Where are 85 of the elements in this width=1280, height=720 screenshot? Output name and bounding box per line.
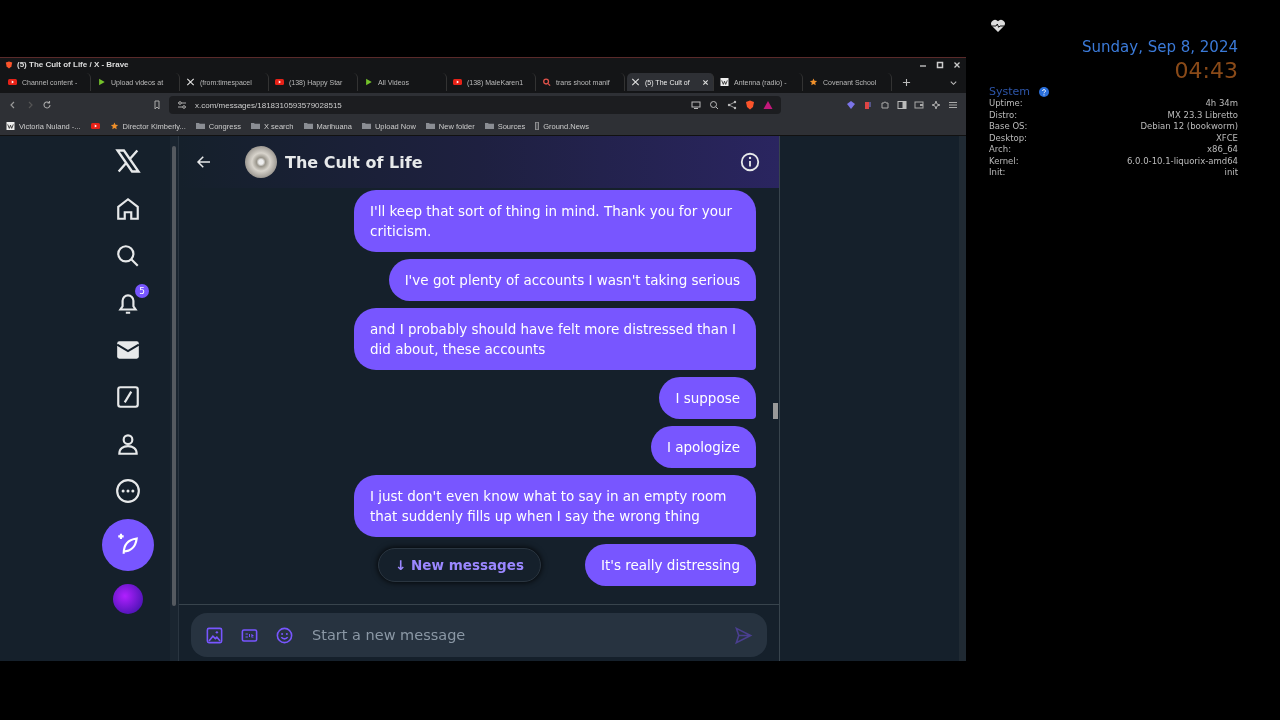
maximize-icon[interactable] (936, 60, 944, 69)
share-icon[interactable] (727, 100, 737, 110)
play-icon (364, 78, 373, 86)
message-bubble: I suppose (659, 377, 756, 419)
emoji-icon[interactable] (275, 625, 294, 645)
w-icon (6, 122, 15, 130)
folder-icon (303, 122, 313, 130)
date-text: Sunday, Sep 8, 2024 (1081, 38, 1238, 56)
info-label: Uptime: (989, 98, 1023, 110)
home-icon[interactable] (115, 196, 141, 222)
folder-icon (484, 122, 494, 130)
post-button[interactable] (102, 519, 154, 571)
search-icon[interactable] (115, 243, 141, 269)
message-bubble: It's really distressing (584, 544, 756, 586)
scrollbar[interactable] (959, 136, 966, 661)
info-value: Debian 12 (bookworm) (1140, 121, 1238, 133)
video-icon (90, 122, 100, 130)
sidebar-icon[interactable] (897, 100, 907, 110)
profile-icon[interactable] (115, 431, 141, 457)
bookmark-icon (535, 122, 540, 130)
info-label: Desktop: (989, 132, 1027, 144)
info-value: XFCE (1215, 132, 1238, 144)
message-bubble: I just don't even know what to say in an empty room that suddenly fills up when I say the wrong thing (354, 475, 756, 537)
scrollbar[interactable] (170, 136, 178, 661)
shield-icon (5, 60, 13, 69)
zoom-icon[interactable] (709, 100, 719, 110)
back-arrow-icon[interactable] (195, 153, 213, 171)
address-bar[interactable]: x.com/messages/1818310593579028515 (169, 96, 781, 114)
info-value: x86_64 (1207, 144, 1238, 156)
info-label: Base OS: (989, 121, 1028, 133)
close-icon[interactable] (953, 60, 961, 69)
message-bubble: I'll keep that sort of thing in mind. Thank you for your criticism. (354, 190, 756, 252)
x-logo-icon[interactable] (114, 147, 142, 175)
new-tab-icon[interactable] (902, 77, 911, 87)
bookmark[interactable] (90, 122, 100, 130)
play-icon (97, 78, 106, 86)
scrollbar-thumb[interactable] (772, 403, 778, 419)
folder-icon (195, 122, 205, 130)
screen-icon[interactable] (691, 100, 701, 110)
shield-icon[interactable] (745, 100, 755, 110)
clock-time: 04:43 (1173, 58, 1238, 83)
new-messages-button[interactable]: ↓ New messages (378, 548, 541, 582)
help-icon[interactable] (1039, 86, 1050, 97)
folder-icon (361, 122, 371, 130)
slash-square-icon[interactable] (115, 384, 141, 410)
x-logo-icon (186, 78, 195, 86)
heart-pulse-icon (990, 18, 1006, 34)
image-icon[interactable] (205, 625, 224, 645)
window-title: (5) The Cult of Life / X - Brave (17, 60, 129, 69)
sparkle-icon[interactable] (931, 100, 941, 110)
star-icon (809, 78, 818, 86)
message-bubble: I apologize (650, 426, 756, 468)
text-input[interactable]: Start a new message (310, 626, 718, 644)
triangle-icon[interactable] (763, 100, 773, 110)
close-icon[interactable] (702, 78, 709, 86)
site-settings-icon[interactable] (177, 100, 187, 110)
video-icon (453, 78, 462, 86)
reload-icon[interactable] (42, 100, 52, 110)
notification-badge: 5 (135, 284, 149, 298)
message-input[interactable]: Start a new message (191, 613, 767, 657)
info-label: Arch: (989, 144, 1012, 156)
info-value: 6.0.0-10.1-liquorix-amd64 (1126, 155, 1238, 167)
info-label: Init: (989, 167, 1006, 179)
bookmark-icon[interactable] (152, 100, 162, 110)
folder-icon (425, 122, 435, 130)
star-icon (109, 122, 119, 130)
info-value: init (1224, 167, 1238, 179)
info-label: Kernel: (989, 155, 1019, 167)
x-logo-icon (631, 78, 640, 86)
info-value: 4h 34m (1205, 98, 1238, 110)
info-icon[interactable] (739, 151, 761, 173)
message-bubble: I've got plenty of accounts I wasn't taking serious (388, 259, 756, 301)
avatar[interactable] (245, 146, 277, 178)
video-icon (8, 78, 17, 86)
w-icon (720, 78, 729, 86)
conversation-title: The Cult of Life (285, 152, 423, 172)
folder-icon (250, 122, 260, 130)
menu-icon[interactable] (948, 100, 958, 110)
search-icon (542, 78, 551, 86)
section-title: System (989, 85, 1031, 98)
info-label: Distro: (989, 109, 1018, 121)
message-bubble: and I probably should have felt more distressed than I did about, these accounts (354, 308, 756, 370)
info-value: MX 23.3 Libretto (1167, 109, 1238, 121)
video-icon (275, 78, 284, 86)
more-icon[interactable] (115, 478, 141, 504)
